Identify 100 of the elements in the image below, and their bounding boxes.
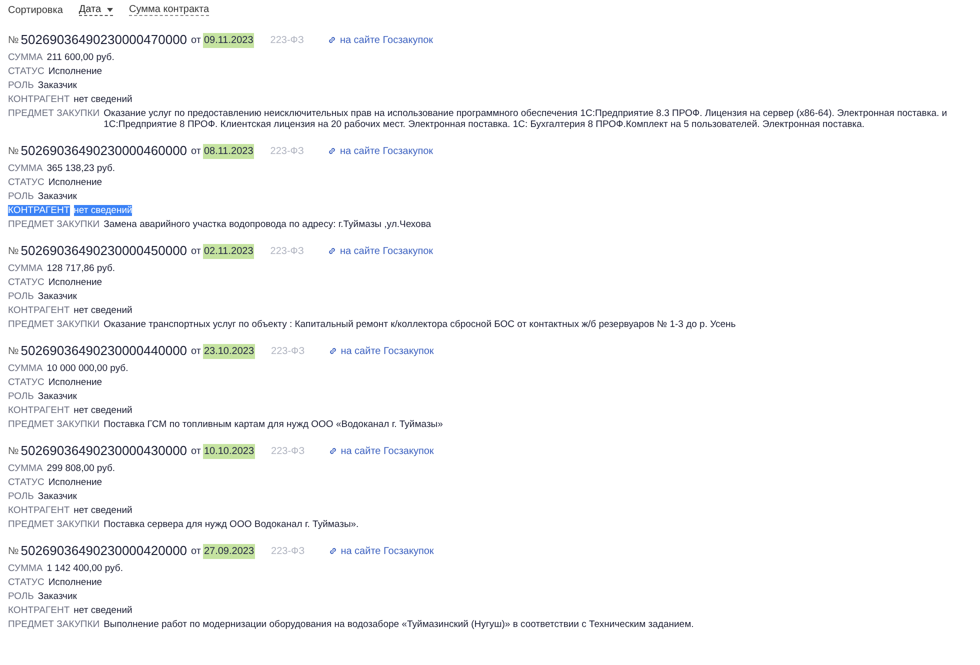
field-label: ПРЕДМЕТ ЗАКУПКИ [8,218,100,230]
field-label: КОНТРАГЕНТ [8,604,70,616]
field-value: Исполнение [48,176,102,188]
field-label: ПРЕДМЕТ ЗАКУПКИ [8,618,100,630]
field-value: Исполнение [48,576,102,588]
sort-label: Сортировка [8,4,63,18]
field-value: Поставка ГСМ по топливным картам для нужд ООО «Водоканал г. Туймазы» [104,418,443,430]
field-value: Исполнение [48,476,102,488]
contract-date: 10.10.2023 [202,444,256,458]
law-label: 223-ФЗ [271,544,305,558]
number-sign: № [8,544,19,558]
field-value: нет сведений [74,204,132,216]
contract-number: 50269036490230000450000 [20,242,188,260]
sort-option[interactable]: Дата [78,4,114,16]
field-label: РОЛЬ [8,590,34,602]
field-label: РОЛЬ [8,490,34,502]
zakupki-link[interactable]: на сайте Госзакупок [328,344,434,358]
field-label: СУММА [8,162,43,174]
field-label: СУММА [8,362,43,374]
field-value: нет сведений [74,304,132,316]
field-value: Заказчик [38,590,77,602]
field-label: СТАТУС [8,176,44,188]
field-label: РОЛЬ [8,190,34,202]
number-sign: № [8,344,19,358]
contract-date: 27.09.2023 [202,544,256,558]
field-label: СТАТУС [8,66,44,76]
date-prefix: от [191,444,201,458]
number-sign: № [8,144,19,158]
field-label: СУММА [8,462,43,474]
contract-number: 50269036490230000420000 [20,542,188,560]
field-label: ПРЕДМЕТ ЗАКУПКИ [8,108,100,118]
law-label: 223-ФЗ [271,444,305,458]
contract-number: 50269036490230000440000 [20,342,188,360]
contract-number: 50269036490230000430000 [20,442,188,460]
field-value: нет сведений [74,604,132,616]
date-prefix: от [191,244,201,258]
field-label: КОНТРАГЕНТ [8,94,70,104]
link-icon [328,36,336,44]
field-value: 1 142 400,00 руб. [46,562,123,574]
contract-date: 08.11.2023 [202,144,254,158]
date-prefix: от [191,34,201,48]
field-label: СТАТУС [8,476,44,488]
contract-number: 50269036490230000460000 [20,142,188,160]
sort-option[interactable]: Сумма контракта [129,4,210,16]
field-label: СТАТУС [8,276,44,288]
link-icon [328,247,336,255]
field-value: 211 600,00 руб. [46,52,114,62]
caret-icon [107,8,114,12]
field-value: Замена аварийного участка водопровода по адресу: г.Туймазы ,ул.Чехова [104,218,432,230]
field-value: 365 138,23 руб. [46,162,116,174]
date-prefix: от [191,544,201,558]
field-label: СУММА [8,262,43,274]
field-label: ПРЕДМЕТ ЗАКУПКИ [8,418,100,430]
field-label: СТАТУС [8,576,44,588]
field-value: 128 717,86 руб. [46,262,116,274]
field-value: Оказание услуг по предоставлению неисключительных прав на использование программного обеспечения 1С:Предприятие 8.3 ПРОФ. Лицензия на сервер (x86-64). Электронная поставка. и 1С:Предприятие 8 ПРОФ. Клиентская лицензия на 20 рабочих мест. Электронная поставка. 1С: Бухгалтерия 8 ПРОФ.Комплект на 5 пользователей. Электронная поставка. [104,108,948,130]
field-value: Заказчик [38,190,77,202]
field-label: СУММА [8,52,43,62]
zakupki-link[interactable]: на сайте Госзакупок [328,244,434,258]
zakupki-link[interactable]: на сайте Госзакупок [328,444,434,458]
field-value: Выполнение работ по модернизации оборудования на водозаборе «Туймазинский (Нугуш)» в соответствии с Техническим заданием. [104,618,694,630]
law-label: 223-ФЗ [270,34,304,48]
field-label: ПРЕДМЕТ ЗАКУПКИ [8,318,100,330]
zakupki-link[interactable]: на сайте Госзакупок [328,32,434,48]
link-icon [328,347,337,355]
field-value: Заказчик [38,390,77,402]
field-label: СУММА [8,562,43,574]
field-value: 10 000 000,00 руб. [46,362,128,374]
field-label: КОНТРАГЕНТ [8,204,70,216]
date-prefix: от [191,344,201,358]
zakupki-link[interactable]: на сайте Госзакупок [328,144,434,158]
number-sign: № [8,444,19,458]
field-value: Исполнение [48,276,102,288]
number-sign: № [8,34,19,48]
contract-date: 09.11.2023 [202,32,254,48]
field-label: РОЛЬ [8,390,34,402]
link-icon [328,547,337,555]
field-value: Поставка сервера для нужд ООО Водоканал г. Туймазы». [104,518,359,530]
link-icon [328,147,336,155]
law-label: 223-ФЗ [270,144,304,158]
field-label: КОНТРАГЕНТ [8,304,70,316]
field-label: СТАТУС [8,376,44,388]
field-label: КОНТРАГЕНТ [8,404,70,416]
field-value: нет сведений [74,504,132,516]
law-label: 223-ФЗ [271,344,305,358]
field-label: РОЛЬ [8,80,34,90]
date-prefix: от [191,144,201,158]
field-value: Исполнение [48,66,102,76]
zakupki-link[interactable]: на сайте Госзакупок [328,544,434,558]
link-icon [328,447,337,455]
field-value: нет сведений [74,404,132,416]
field-label: КОНТРАГЕНТ [8,504,70,516]
field-value: Оказание транспортных услуг по объекту : Капитальный ремонт к/коллектора сбросной БОС от контактных ж/б резервуаров № 1-3 до р. Усень [104,318,736,330]
field-value: Заказчик [38,490,77,502]
contract-number: 50269036490230000470000 [20,31,188,50]
field-label: ПРЕДМЕТ ЗАКУПКИ [8,518,100,530]
field-value: Исполнение [48,376,102,388]
field-value: Заказчик [38,290,77,302]
field-value: нет сведений [74,94,132,104]
law-label: 223-ФЗ [270,244,304,258]
